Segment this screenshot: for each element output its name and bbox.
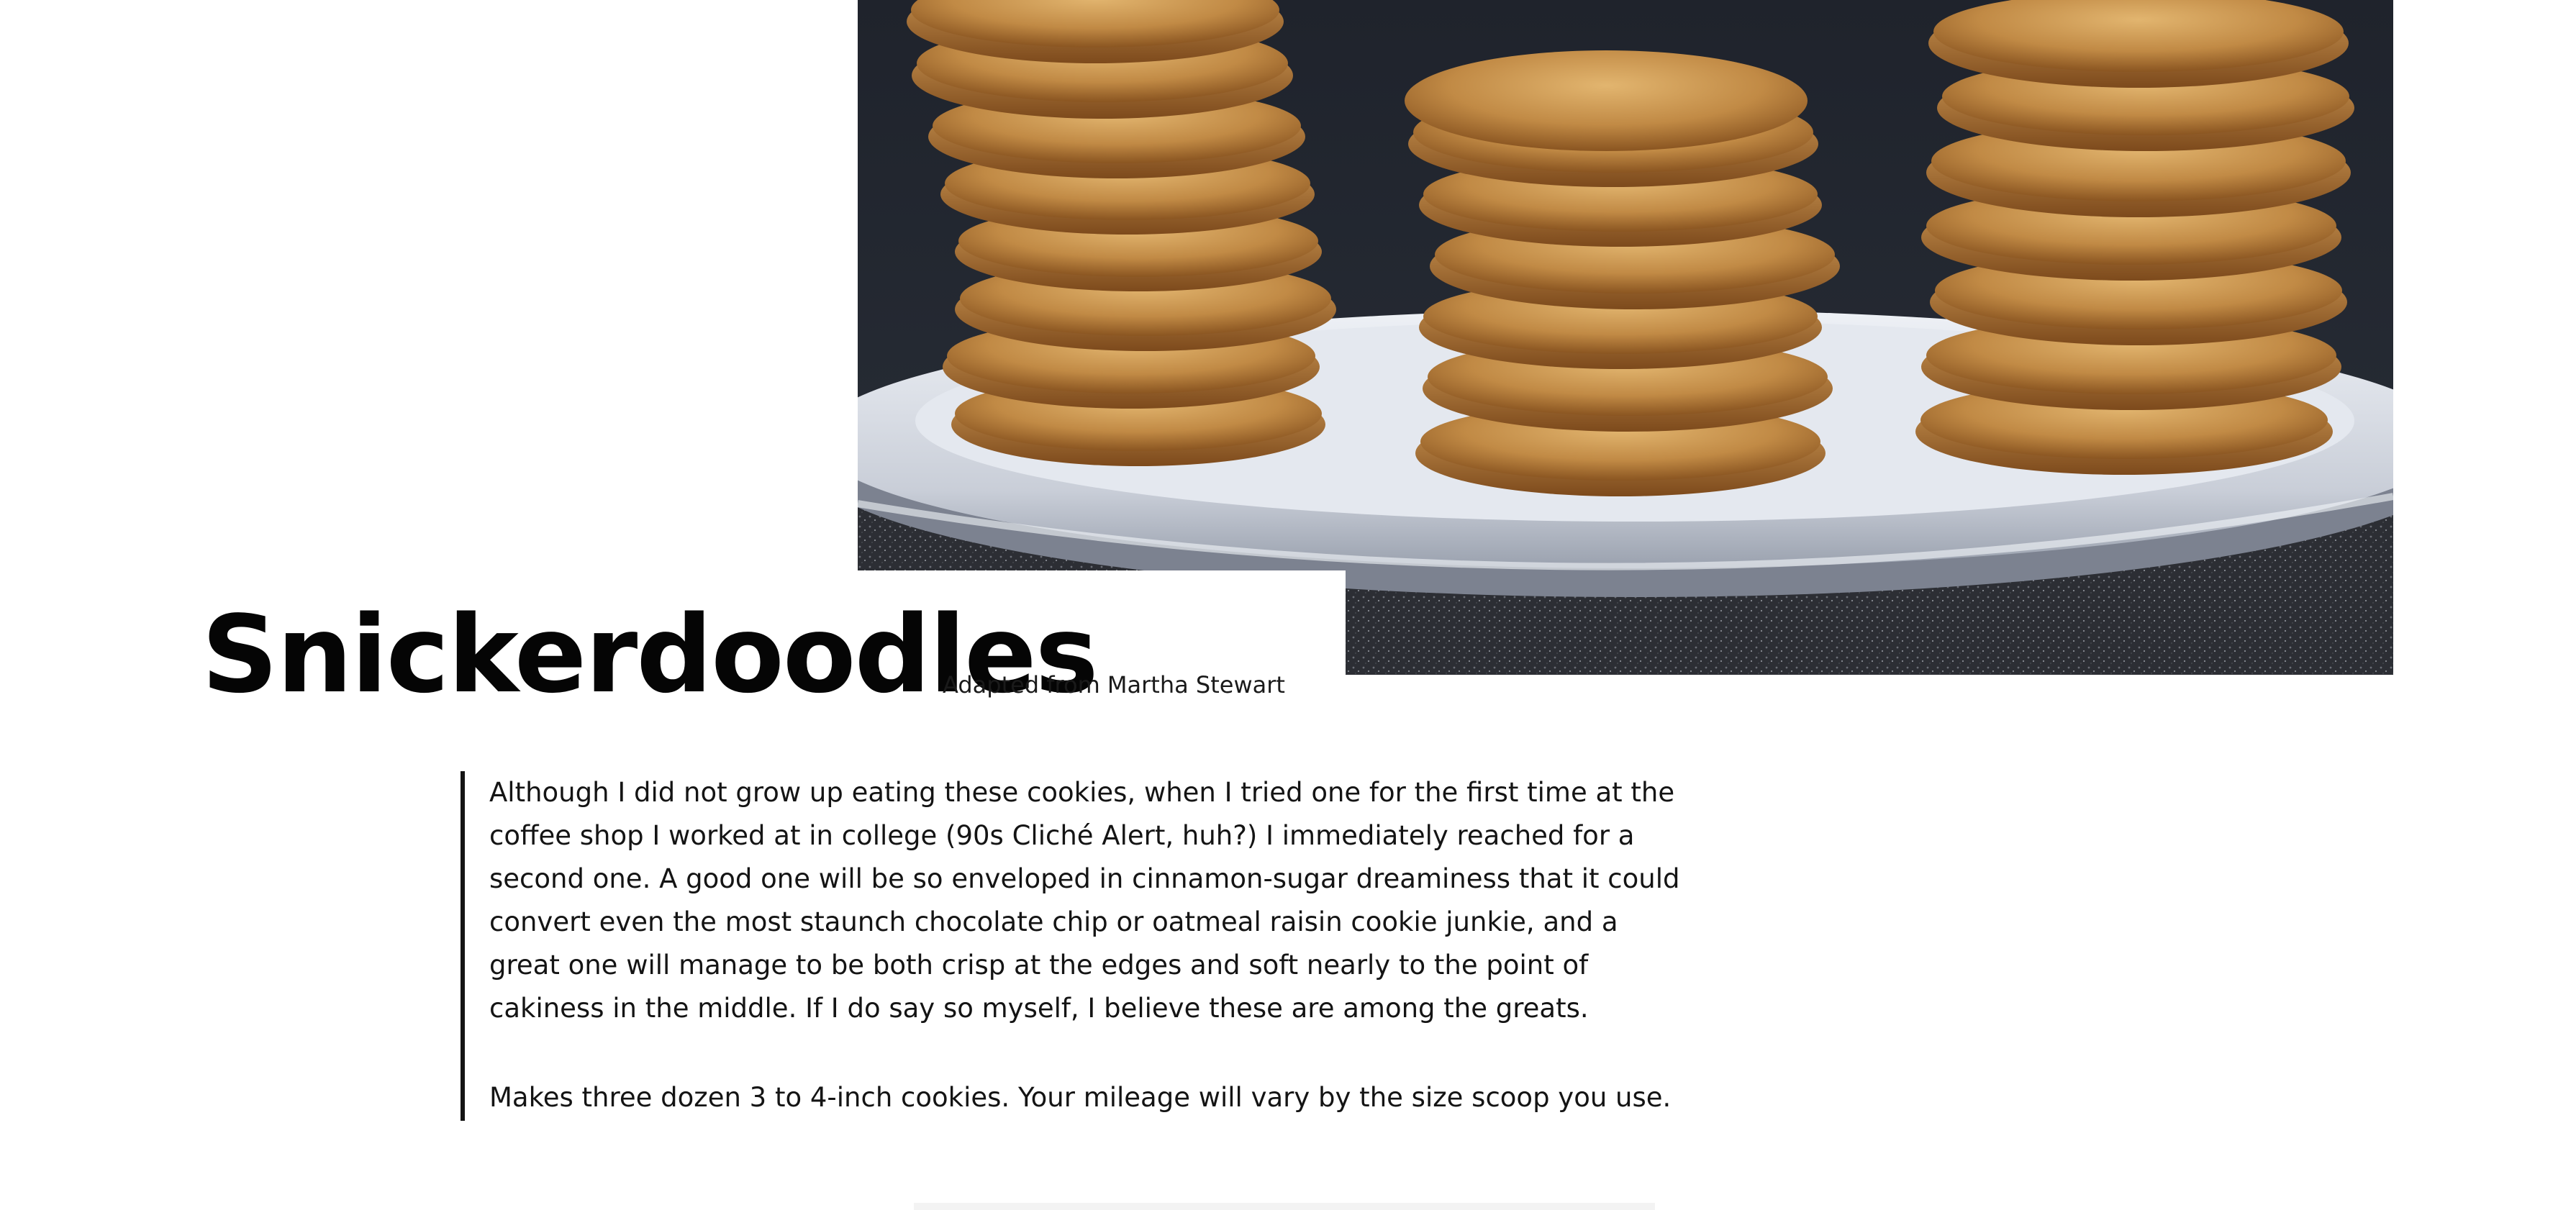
recipe-yield: Makes three dozen 3 to 4-inch cookies. Y… xyxy=(489,1082,1672,1113)
recipe-source: Adapted from Martha Stewart xyxy=(943,671,1285,699)
intro-paragraph: Although I did not grow up eating these … xyxy=(489,777,1680,1024)
recipe-intro-quote: Although I did not grow up eating these … xyxy=(461,771,1684,1121)
next-section-edge xyxy=(914,1203,1655,1210)
